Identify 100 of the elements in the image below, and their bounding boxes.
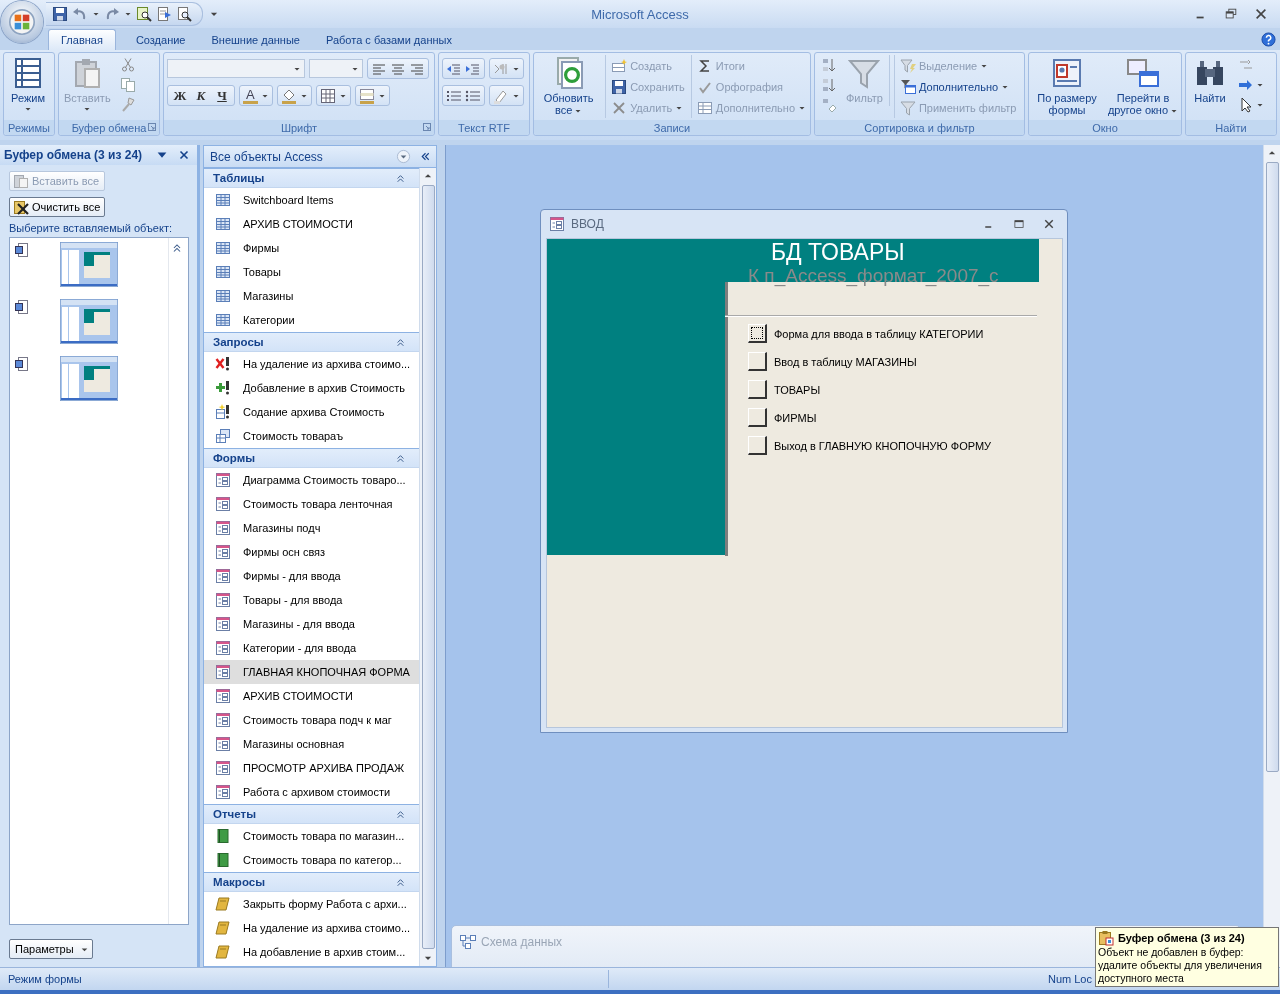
screenshot-thumbnail[interactable]	[60, 242, 118, 287]
nav-item[interactable]: На добавление в архив стоим...	[204, 940, 419, 964]
form-icon	[215, 784, 231, 800]
dialog-launcher-icon[interactable]	[423, 123, 431, 131]
form-icon	[1051, 57, 1083, 89]
ribbon-tab[interactable]: Создание	[123, 29, 198, 50]
nav-item[interactable]: Стоимость товара по категор...	[204, 848, 419, 872]
switchboard-button[interactable]	[748, 408, 767, 427]
ribbon-button[interactable]: Перейти в другое окно	[1105, 55, 1181, 118]
ribbon-tab[interactable]: Внешние данные	[199, 29, 312, 50]
form-icon	[215, 760, 231, 776]
form-icon	[215, 496, 231, 512]
sort-icon[interactable]	[821, 57, 837, 73]
caret-icon[interactable]	[1256, 81, 1264, 89]
screenshot-thumbnail[interactable]	[60, 356, 118, 401]
scrollbar[interactable]	[1263, 145, 1280, 967]
collapse-icon[interactable]	[419, 150, 432, 163]
nav-item[interactable]: На удаление из архива стоимо...	[204, 916, 419, 940]
caret-icon[interactable]	[124, 10, 132, 18]
close-icon[interactable]	[1043, 218, 1055, 230]
form-icon	[215, 616, 231, 632]
nav-item[interactable]: АРХИВ СТОИМОСТИ	[204, 212, 419, 236]
grid-icon[interactable]	[319, 87, 336, 104]
help-icon[interactable]	[1261, 31, 1276, 47]
nav-item[interactable]: ПРОСМОТР АРХИВА ПРОДАЖ	[204, 756, 419, 780]
ribbon-button[interactable]: Дополнительно	[897, 76, 1019, 97]
nav-item[interactable]: Switchboard Items	[204, 188, 419, 212]
dialog-launcher-icon[interactable]	[148, 123, 156, 131]
nav-item[interactable]: Стоимость товара по магазин...	[204, 824, 419, 848]
font-size-field[interactable]	[309, 59, 363, 78]
group-header[interactable]: Запросы	[204, 332, 419, 352]
button-label: Ввод в таблицу МАГАЗИНЫ	[774, 355, 917, 368]
nav-item[interactable]: ГЛАВНАЯ КНОПОЧНАЯ ФОРМА	[204, 660, 419, 684]
format-button[interactable]: Ч	[213, 87, 231, 104]
scroll-thumb[interactable]	[1265, 162, 1279, 772]
sort-icon[interactable]	[821, 77, 837, 93]
save-icon[interactable]	[52, 6, 68, 22]
nav-item[interactable]: Фирмы осн связ	[204, 540, 419, 564]
nav-item[interactable]: Магазины основная	[204, 732, 419, 756]
font-name-field[interactable]	[167, 59, 305, 78]
screenshot-thumbnail[interactable]	[60, 299, 118, 344]
nav-item[interactable]: Товары - для ввода	[204, 588, 419, 612]
nav-item[interactable]: Добавление в архив Стоимость	[204, 376, 419, 400]
bucket-icon[interactable]	[280, 87, 297, 104]
group-label: Текст RTF	[458, 121, 510, 134]
nav-item[interactable]: Фирмы - для ввода	[204, 564, 419, 588]
scrollbar[interactable]	[419, 168, 436, 966]
group-header[interactable]: Макросы	[204, 872, 419, 892]
button-label: Форма для ввода в таблицу КАТЕГОРИИ	[774, 327, 984, 340]
switchboard-button[interactable]	[748, 324, 767, 343]
arrow-icon[interactable]	[1238, 77, 1254, 93]
nav-item[interactable]: Товары	[204, 260, 419, 284]
switchboard-button[interactable]	[748, 436, 767, 455]
magnifier-icon[interactable]	[136, 6, 152, 22]
close-icon[interactable]	[177, 148, 191, 162]
scroll-thumb[interactable]	[421, 185, 435, 949]
nav-item[interactable]: Содание архива Стоимость	[204, 400, 419, 424]
status-text: Режим формы	[7, 973, 83, 985]
table-icon[interactable]	[358, 87, 375, 104]
ribbon-button[interactable]: По размеру формы	[1029, 55, 1105, 118]
restore-icon[interactable]	[1224, 7, 1238, 21]
switchboard-button[interactable]	[748, 352, 767, 371]
ribbon-button[interactable]: Найти	[1188, 55, 1232, 106]
group-header[interactable]: Формы	[204, 448, 419, 468]
nav-item[interactable]: Закрыть форму Работа с архи...	[204, 892, 419, 916]
maximize-icon[interactable]	[1013, 218, 1025, 230]
caret-icon[interactable]	[92, 10, 100, 18]
preview-icon[interactable]	[176, 6, 192, 22]
form-icon	[215, 544, 231, 560]
nav-item[interactable]: Категории	[204, 308, 419, 332]
ribbon-button[interactable]: Обновить все	[536, 55, 602, 118]
nav-item[interactable]: Диаграмма Стоимость товаро...	[204, 468, 419, 492]
nav-item[interactable]: Магазины	[204, 284, 419, 308]
ribbon-tab[interactable]: Работа с базами данных	[313, 29, 464, 50]
nav-item[interactable]: Фирмы	[204, 236, 419, 260]
nav-item[interactable]: На удаление из архива стоимо...	[204, 352, 419, 376]
scissors-icon[interactable]	[119, 57, 136, 73]
nav-item[interactable]: Магазины - для ввода	[204, 612, 419, 636]
format-button[interactable]: Ж	[171, 87, 189, 104]
cursor-icon[interactable]	[1238, 97, 1254, 113]
group-header[interactable]: Таблицы	[204, 168, 419, 188]
group-label: Сортировка и фильтр	[864, 121, 975, 134]
funnel-icon	[899, 78, 916, 95]
group-header[interactable]: Отчеты	[204, 804, 419, 824]
nav-item[interactable]: Категории - для ввода	[204, 636, 419, 660]
close-icon[interactable]	[1254, 7, 1268, 21]
nav-item[interactable]: Стоимость товараъ	[204, 424, 419, 448]
ribbon-tab[interactable]: Главная	[48, 29, 116, 50]
document-icon[interactable]	[156, 6, 172, 22]
nav-item[interactable]: АРХИВ СТОИМОСТИ	[204, 684, 419, 708]
switchboard-button[interactable]	[748, 380, 767, 399]
clear-all-button[interactable]: Очистить все	[9, 197, 105, 217]
format-button[interactable]: К	[192, 87, 210, 104]
ribbon-button[interactable]: Режим	[6, 55, 50, 115]
nav-item[interactable]: Стоимость товара ленточная	[204, 492, 419, 516]
nav-item[interactable]: Работа с архивом стоимости	[204, 780, 419, 804]
caret-icon[interactable]	[1256, 101, 1264, 109]
nav-item[interactable]: Магазины подч	[204, 516, 419, 540]
nav-item[interactable]: Стоимость товара подч к маг	[204, 708, 419, 732]
options-button[interactable]: Параметры	[9, 939, 93, 959]
